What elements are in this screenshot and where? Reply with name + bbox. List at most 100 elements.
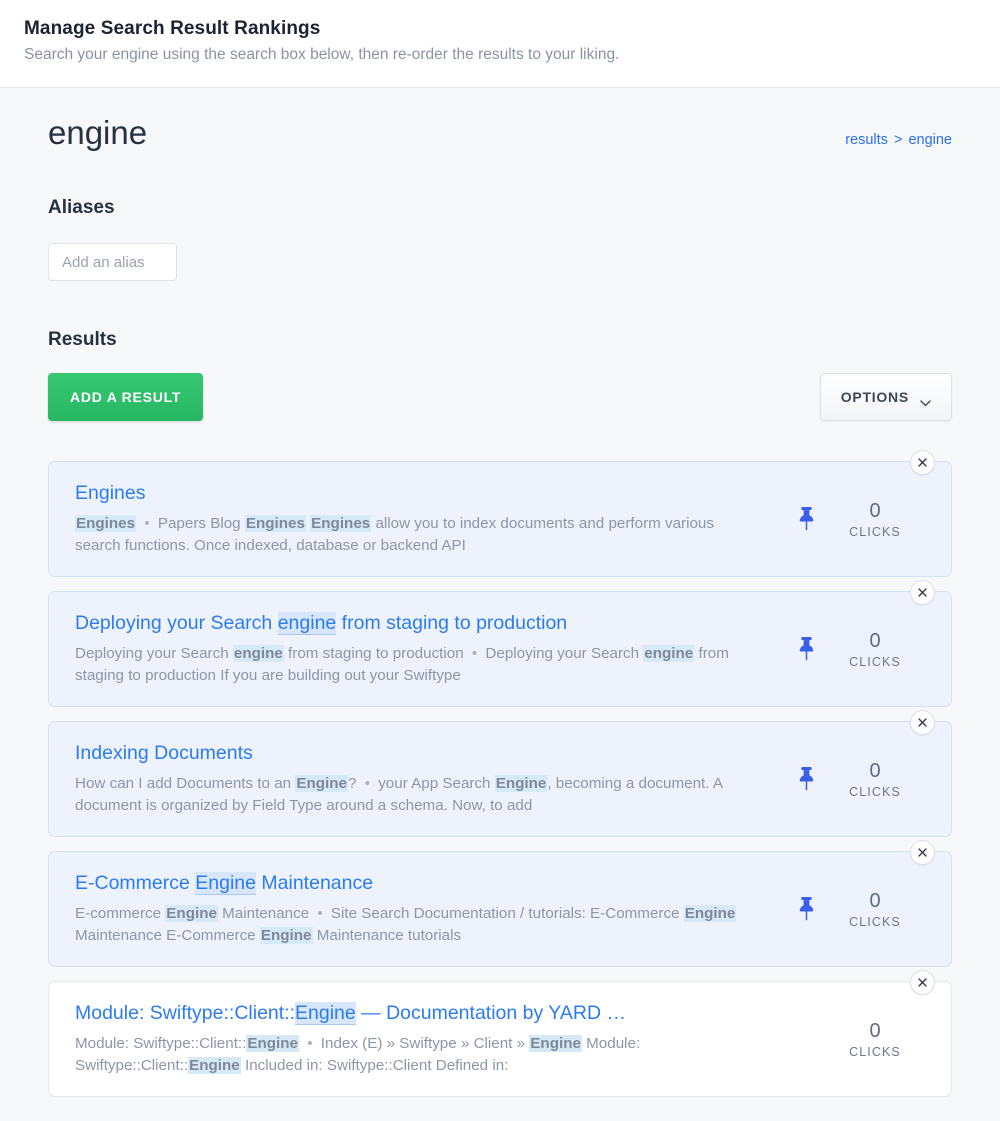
pushpin-icon[interactable] xyxy=(795,636,817,662)
separator-dot: • xyxy=(471,644,478,662)
results-heading: Results xyxy=(48,329,117,351)
result-description-highlight-term: Engines xyxy=(244,514,306,532)
result-card[interactable]: Indexing Documents How can I add Document… xyxy=(48,710,952,838)
clicks-counter: 0 CLICKS xyxy=(833,630,917,669)
result-description-highlight-term: Engines xyxy=(75,514,137,532)
result-title-text: Module: Swiftype::Client:: xyxy=(75,1002,296,1025)
page-subtitle: Search your engine using the search box … xyxy=(24,46,620,63)
breadcrumb-leaf[interactable]: engine xyxy=(908,132,952,148)
result-description-text: Module: Swiftype::Client:: xyxy=(75,1034,247,1052)
result-card-controls: 0 CLICKS xyxy=(771,722,951,836)
query-title-row: engine results > engine xyxy=(48,88,952,151)
result-card-body: Engines Engines • Papers Blog Engines Eng… xyxy=(49,462,771,576)
result-title-link[interactable]: E-Commerce Engine Maintenance xyxy=(75,871,747,896)
result-description-text: ? xyxy=(347,774,361,792)
add-a-result-button[interactable]: ADD A RESULT xyxy=(48,373,204,422)
result-description: Deploying your Search engine from stagin… xyxy=(75,643,747,689)
clicks-count-label: CLICKS xyxy=(849,524,901,539)
page-header: Manage Search Result Rankings Search you… xyxy=(0,0,1000,88)
breadcrumb-separator: > xyxy=(893,132,903,148)
result-title-text: Deploying your Search xyxy=(75,612,278,635)
result-description-highlight-term: Engine xyxy=(188,1057,241,1075)
separator-dot: • xyxy=(364,774,370,792)
result-title-link[interactable]: Deploying your Search engine from stagin… xyxy=(75,611,747,636)
result-card-body: Module: Swiftype::Client::Engine — Docum… xyxy=(49,982,771,1096)
result-description-highlight-term: engine xyxy=(232,644,284,662)
result-description: Engines • Papers Blog Engines Engines al… xyxy=(75,513,747,559)
result-title-text: from staging to production xyxy=(336,612,568,635)
pushpin-icon[interactable] xyxy=(795,506,817,532)
result-description-highlight-term: Engine xyxy=(683,904,737,922)
clicks-counter: 0 CLICKS xyxy=(833,890,917,929)
result-description-text: Site Search Documentation / tutorials: E… xyxy=(326,904,684,922)
result-description-text: Included in: Swiftype::Client Defined in… xyxy=(240,1057,509,1075)
result-card-body: Indexing Documents How can I add Document… xyxy=(49,722,771,836)
result-description-highlight-term: Engine xyxy=(259,927,313,945)
result-title-highlight-term: Engine xyxy=(295,1002,356,1026)
result-description-text: Deploying your Search xyxy=(75,644,233,662)
options-button[interactable]: OPTIONS xyxy=(819,373,952,422)
pushpin-icon[interactable] xyxy=(795,766,817,792)
result-card-body: Deploying your Search engine from stagin… xyxy=(49,592,771,706)
result-card[interactable]: Deploying your Search engine from stagin… xyxy=(48,580,952,708)
result-card[interactable]: E-Commerce Engine Maintenance E-commerce … xyxy=(48,840,952,968)
result-card-controls: 0 CLICKS xyxy=(771,462,951,576)
result-title-highlight-term: Engine xyxy=(195,872,256,896)
clicks-count-value: 0 xyxy=(869,499,881,522)
result-description-text: Deploying your Search xyxy=(481,644,644,662)
result-description-text: Index (E) » Swiftype » Client » xyxy=(316,1034,530,1052)
breadcrumb-root[interactable]: results xyxy=(845,132,888,148)
result-card-controls: 0 CLICKS xyxy=(771,852,951,966)
clicks-count-label: CLICKS xyxy=(849,1044,901,1059)
result-title-link[interactable]: Engines xyxy=(75,481,747,505)
result-description-text: Maintenance E-Commerce xyxy=(75,927,260,945)
pushpin-icon[interactable] xyxy=(795,896,817,922)
result-card-body: E-Commerce Engine Maintenance E-commerce … xyxy=(49,852,771,966)
result-description-text: How can I add Documents to an xyxy=(75,774,296,792)
breadcrumb[interactable]: results > engine xyxy=(845,132,952,148)
clicks-count-value: 0 xyxy=(869,1019,881,1042)
clicks-count-label: CLICKS xyxy=(849,784,901,799)
result-description-highlight-term: Engine xyxy=(165,904,218,922)
clicks-counter: 0 CLICKS xyxy=(833,1020,917,1059)
main-content: engine results > engine Aliases Results … xyxy=(0,88,1000,1121)
result-card-controls: 0 CLICKS xyxy=(771,592,951,706)
result-description-text: Maintenance xyxy=(217,904,314,922)
result-description-highlight-term: Engine xyxy=(295,774,348,792)
result-title-text: Engines xyxy=(75,482,146,505)
results-actions-row: ADD A RESULT OPTIONS xyxy=(48,373,952,422)
result-title-link[interactable]: Module: Swiftype::Client::Engine — Docum… xyxy=(75,1001,747,1026)
clicks-counter: 0 CLICKS xyxy=(833,500,917,539)
result-description: How can I add Documents to an Engine? • … xyxy=(75,773,747,819)
close-icon[interactable] xyxy=(910,970,935,996)
result-description-highlight-term: Engine xyxy=(246,1034,299,1052)
result-card[interactable]: Module: Swiftype::Client::Engine — Docum… xyxy=(48,970,952,1098)
result-title-text: Maintenance xyxy=(256,872,374,895)
result-description-text: Maintenance tutorials xyxy=(312,927,462,945)
separator-dot: • xyxy=(307,1034,313,1052)
clicks-count-value: 0 xyxy=(869,889,881,912)
chevron-down-icon xyxy=(920,394,931,406)
result-title-text: — Documentation by YARD … xyxy=(355,1002,626,1025)
page-title: Manage Search Result Rankings xyxy=(24,18,321,39)
separator-dot: • xyxy=(144,514,150,532)
add-alias-input[interactable] xyxy=(48,243,177,282)
results-list: Engines Engines • Papers Blog Engines Eng… xyxy=(48,450,952,1121)
result-title-highlight-term: engine xyxy=(277,612,337,636)
clicks-count-label: CLICKS xyxy=(849,914,901,929)
clicks-count-value: 0 xyxy=(869,629,881,652)
result-card[interactable]: Engines Engines • Papers Blog Engines Eng… xyxy=(48,450,952,578)
result-description-highlight-term: Engine xyxy=(494,774,548,792)
result-description-text: Papers Blog xyxy=(153,514,245,532)
separator-dot: • xyxy=(317,904,323,922)
result-description-text: from staging to production xyxy=(283,644,468,662)
clicks-counter: 0 CLICKS xyxy=(833,760,917,799)
options-button-label: OPTIONS xyxy=(840,389,909,406)
result-card-controls: 0 CLICKS xyxy=(771,982,951,1096)
result-title-link[interactable]: Indexing Documents xyxy=(75,741,747,765)
result-description: Module: Swiftype::Client::Engine • Index… xyxy=(75,1033,747,1079)
result-description-highlight-term: Engine xyxy=(529,1034,582,1052)
clicks-count-label: CLICKS xyxy=(849,654,901,669)
result-description-text: E-commerce xyxy=(75,904,166,922)
query-term-title: engine xyxy=(48,114,148,151)
